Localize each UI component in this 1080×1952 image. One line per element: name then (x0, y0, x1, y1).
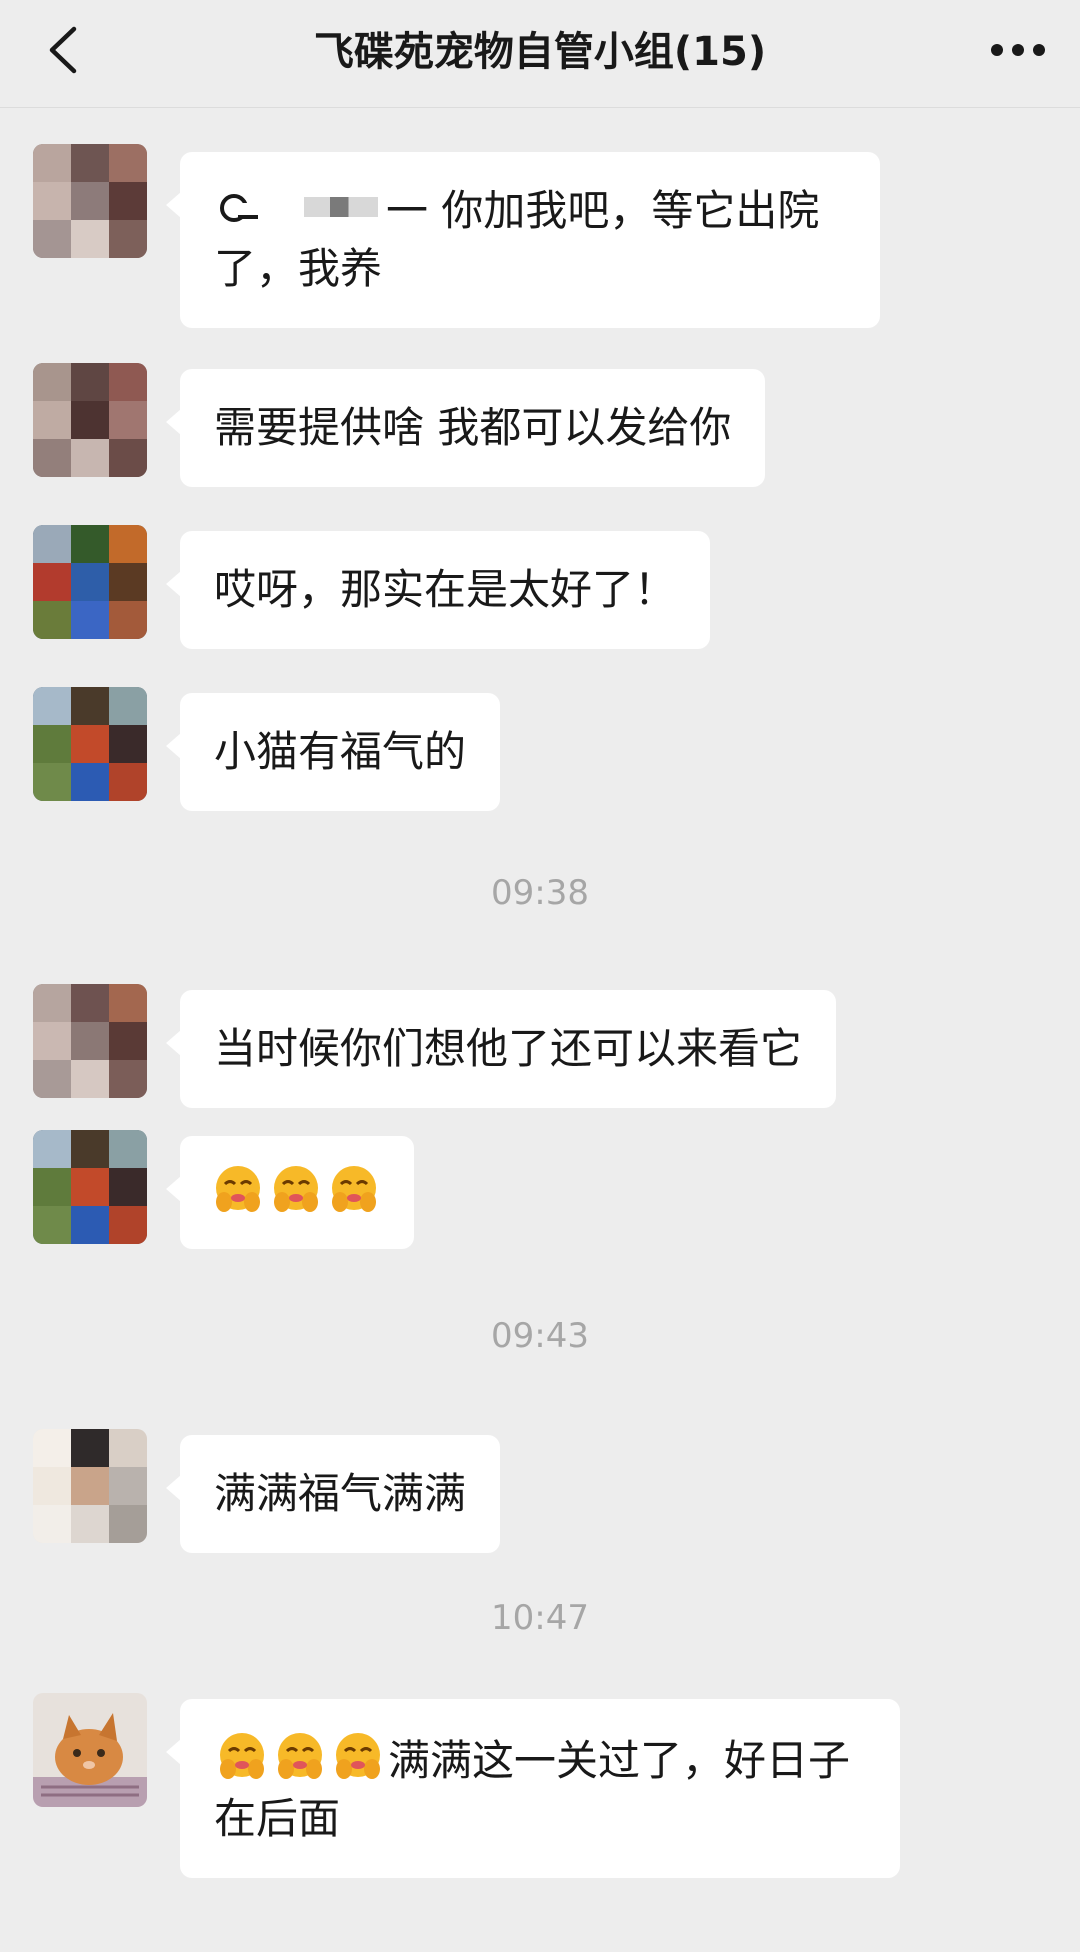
covering-mouth-emoji-icon (274, 1166, 318, 1212)
message-bubble[interactable]: 满满这一关过了，好日子在后面 (166, 1699, 900, 1878)
chat-title: 飞碟苑宠物自管小组(15) (313, 29, 767, 75)
covering-mouth-emoji-icon (332, 1166, 376, 1212)
covering-mouth-emoji-icon (336, 1733, 380, 1779)
message-bubble[interactable] (166, 1136, 414, 1249)
avatar[interactable] (33, 984, 147, 1098)
covering-mouth-emoji-icon (216, 1166, 260, 1212)
avatar[interactable] (33, 687, 147, 801)
timestamp: 09:43 (491, 1316, 589, 1356)
covering-mouth-emoji-icon (278, 1733, 322, 1779)
message-bubble[interactable]: 一 你加我吧，等它出院了，我养 (166, 152, 880, 328)
chat-header: 飞碟苑宠物自管小组(15) (0, 0, 1080, 108)
message-text: 小猫有福气的 (214, 727, 467, 776)
avatar[interactable] (33, 144, 147, 258)
message-text: 哎呀，那实在是太好了！ (214, 565, 677, 614)
avatar[interactable] (33, 525, 147, 639)
redacted-name (304, 197, 378, 217)
chevron-left-icon (49, 26, 77, 74)
message-text: 满满福气满满 (214, 1469, 467, 1518)
message-bubble[interactable]: 当时候你们想他了还可以来看它 (165, 990, 837, 1108)
message-bubble[interactable]: 满满福气满满 (165, 1435, 501, 1553)
timestamp: 09:38 (491, 873, 589, 913)
message-text: 当时候你们想他了还可以来看它 (214, 1024, 803, 1073)
timestamp: 10:47 (491, 1598, 589, 1638)
more-dots-icon (991, 44, 1045, 56)
message-text: 需要提供啥 我都可以发给你 (214, 403, 732, 452)
avatar[interactable] (33, 1429, 147, 1543)
message-feed[interactable]: 一 你加我吧，等它出院了，我养 需要提供啥 我都可以发给你 哎呀，那实在是太好了… (0, 108, 1080, 1952)
message-bubble[interactable]: 哎呀，那实在是太好了！ (165, 531, 711, 649)
avatar[interactable] (33, 1130, 147, 1244)
message-bubble[interactable]: 小猫有福气的 (165, 693, 501, 811)
more-button[interactable] (978, 18, 1058, 82)
mention-icon (220, 194, 258, 222)
back-button[interactable] (30, 18, 94, 82)
avatar[interactable] (33, 1693, 147, 1807)
message-bubble[interactable]: 需要提供啥 我都可以发给你 (165, 369, 766, 487)
avatar[interactable] (33, 363, 147, 477)
covering-mouth-emoji-icon (220, 1733, 264, 1779)
